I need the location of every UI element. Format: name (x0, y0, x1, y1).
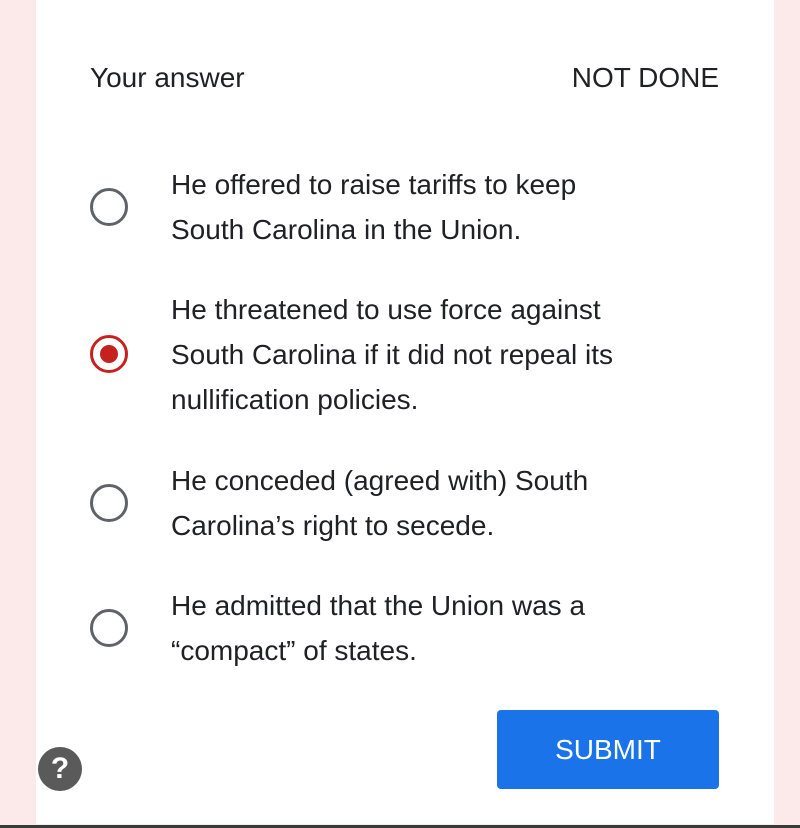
answer-option-4-text: He admitted that the Union was a “compac… (171, 583, 711, 673)
status-not-done: NOT DONE (571, 62, 719, 93)
help-icon[interactable]: ? (38, 747, 82, 791)
answer-option-3[interactable]: He conceded (agreed with) South Carolina… (76, 458, 756, 548)
your-answer-label: Your answer (90, 62, 245, 93)
radio-unchecked-icon[interactable] (90, 609, 128, 647)
radio-unchecked-icon[interactable] (90, 484, 128, 522)
radio-checked-icon[interactable] (90, 335, 128, 373)
answer-option-4-line: He admitted that the Union was a (171, 590, 586, 621)
question-card: Your answer NOT DONE He offered to raise… (36, 0, 774, 824)
answer-option-2-line: nullification policies. (171, 384, 419, 415)
answer-option-1-line: South Carolina in the Union. (171, 214, 522, 245)
answer-option-3-line: He conceded (agreed with) South (171, 465, 589, 496)
radio-unchecked-icon[interactable] (90, 188, 128, 226)
answer-option-2[interactable]: He threatened to use force against South… (76, 287, 756, 422)
submit-button[interactable]: SUBMIT (497, 710, 719, 789)
answer-option-3-text: He conceded (agreed with) South Carolina… (171, 458, 711, 548)
answer-option-4-line: “compact” of states. (171, 635, 417, 666)
answer-option-1[interactable]: He offered to raise tariffs to keep Sout… (76, 162, 756, 252)
answer-option-4[interactable]: He admitted that the Union was a “compac… (76, 583, 756, 673)
answer-option-2-text: He threatened to use force against South… (171, 287, 711, 422)
answer-option-1-text: He offered to raise tariffs to keep Sout… (171, 162, 711, 252)
answer-option-1-line: He offered to raise tariffs to keep (171, 169, 577, 200)
radio-selected-dot (100, 345, 118, 363)
answer-option-2-line: He threatened to use force against (171, 294, 601, 325)
answer-option-3-line: Carolina’s right to secede. (171, 510, 495, 541)
answer-option-2-line: South Carolina if it did not repeal its (171, 339, 614, 370)
